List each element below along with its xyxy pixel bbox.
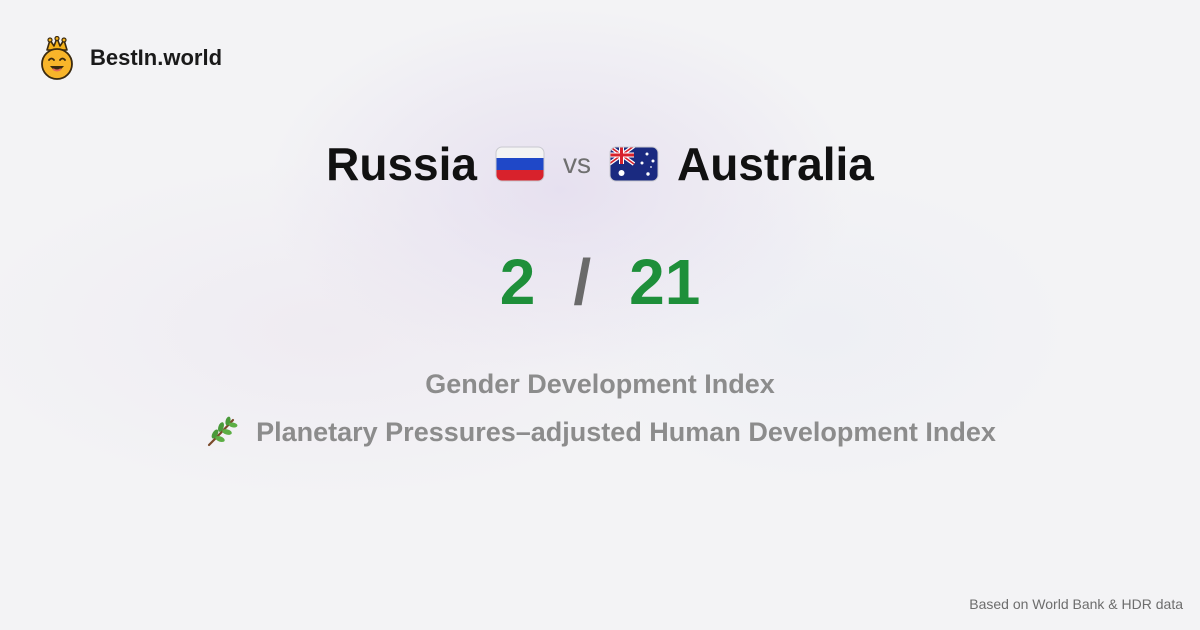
brand[interactable]: BestIn.world — [38, 36, 222, 80]
score-separator: / — [573, 246, 592, 318]
australia-flag-icon — [609, 146, 659, 182]
right-country-name: Australia — [677, 138, 874, 190]
right-score: 21 — [629, 246, 701, 318]
metric-planetary-hdi: Planetary Pressures–adjusted Human Devel… — [0, 412, 1200, 452]
metric-label: Planetary Pressures–adjusted Human Devel… — [256, 416, 996, 447]
branch-icon — [208, 416, 238, 447]
russia-flag-icon — [495, 146, 545, 182]
brand-name: BestIn.world — [90, 45, 223, 70]
crowned-smiley-icon — [41, 36, 73, 80]
comparison-title: Russia vs Australia — [0, 134, 1200, 194]
left-score: 2 — [499, 246, 536, 318]
data-source-note: Based on World Bank & HDR data — [969, 596, 1183, 612]
metric-gender-development: Gender Development Index — [0, 364, 1200, 404]
score-row: 2 / 21 — [0, 244, 1200, 320]
vs-label: vs — [563, 148, 591, 179]
left-country-name: Russia — [326, 138, 477, 190]
metric-label: Gender Development Index — [425, 368, 775, 399]
